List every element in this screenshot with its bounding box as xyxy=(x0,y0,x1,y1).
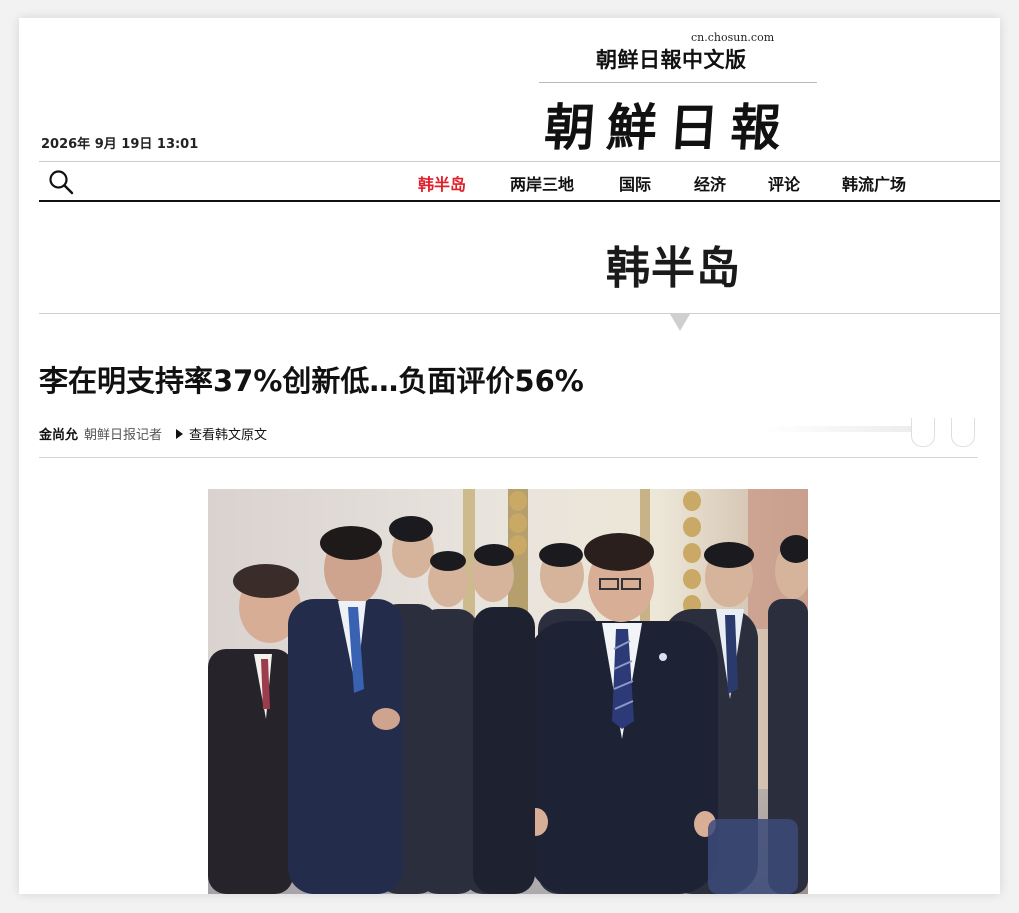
nav-item-international[interactable]: 国际 xyxy=(619,171,651,195)
section-title: 韩半岛 xyxy=(606,243,741,294)
nav-bottom-divider xyxy=(39,200,1000,202)
masthead-divider xyxy=(539,82,817,83)
author-name[interactable]: 金尚允 xyxy=(39,428,78,443)
nav-item-economy[interactable]: 经济 xyxy=(694,171,726,195)
nav-item-cross-strait[interactable]: 两岸三地 xyxy=(510,171,574,195)
site-title[interactable]: 朝鲜日報中文版 xyxy=(596,44,747,74)
nav-item-korean-wave[interactable]: 韩流广场 xyxy=(842,171,906,195)
article-headline: 李在明支持率37%创新低…负面评价56% xyxy=(39,364,584,398)
byline-divider xyxy=(39,457,978,458)
article-photo xyxy=(208,489,808,894)
main-nav: 韩半岛 两岸三地 国际 经济 评论 韩流广场 xyxy=(39,162,1000,200)
share-button[interactable] xyxy=(911,418,935,447)
search-icon[interactable] xyxy=(48,169,74,195)
play-icon xyxy=(176,429,184,439)
share-bar-fade xyxy=(764,426,914,432)
author-role: 朝鲜日报记者 xyxy=(84,428,163,443)
nav-item-korean-peninsula[interactable]: 韩半岛 xyxy=(418,171,466,195)
site-url[interactable]: cn.chosun.com xyxy=(691,31,774,44)
date-time: 2026年 9月 19日 13:01 xyxy=(41,137,199,152)
article-byline: 金尚允 朝鲜日报记者 查看韩文原文 xyxy=(39,424,267,443)
chosun-logo[interactable]: 朝鮮日報 xyxy=(542,88,795,160)
view-korean-original-link[interactable]: 查看韩文原文 xyxy=(176,428,267,443)
section-caret-icon xyxy=(670,314,690,331)
nav-item-opinion[interactable]: 评论 xyxy=(768,171,800,195)
section-divider xyxy=(39,313,1000,314)
view-korean-original-label: 查看韩文原文 xyxy=(189,428,268,443)
page-container: cn.chosun.com 朝鲜日報中文版 朝鮮日報 2026年 9月 19日 … xyxy=(19,18,1000,894)
font-size-button[interactable] xyxy=(951,418,975,447)
